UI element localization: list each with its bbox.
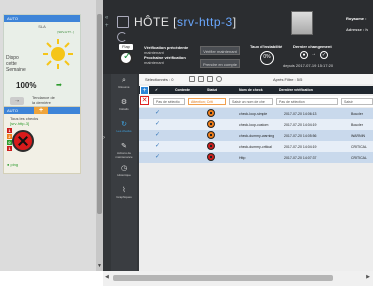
row-checkbox[interactable]: ✓ xyxy=(155,131,160,138)
selected-count: Sélectionnés : 0 xyxy=(145,77,174,82)
sort-icon[interactable] xyxy=(207,76,213,82)
warning-icon xyxy=(207,120,215,128)
left-footer xyxy=(0,271,103,286)
col-status[interactable]: Statut xyxy=(207,88,217,92)
status-filter[interactable]: Attention; Criti xyxy=(188,98,226,105)
nav-details[interactable]: ⚙ Détails xyxy=(111,98,137,118)
down-count: 1 xyxy=(7,146,12,151)
clock-icon: ◷ xyxy=(120,165,128,172)
host-name: srv-http-3 xyxy=(177,15,233,29)
last-check-filter[interactable]: Pas de sélection xyxy=(276,98,338,105)
check-name-filter[interactable]: Saisir un nom de che xyxy=(229,98,273,105)
scroll-down-icon[interactable]: ▼ xyxy=(97,263,102,269)
ping-label: ● ping xyxy=(7,162,19,167)
sun-icon xyxy=(43,39,73,69)
gears-icon: ⚙ xyxy=(120,99,128,106)
since-date: depuis 2017-07-19 15:17:20 xyxy=(283,63,334,68)
realm-label: Royaume : xyxy=(346,16,367,21)
widget-header-controls[interactable] xyxy=(64,107,80,114)
acknowledge-button[interactable]: Prendre en compte xyxy=(200,59,240,68)
table-filter-row: ✕ Pas de sélectio Attention; Criti Saisi… xyxy=(139,96,373,107)
row-checkbox[interactable]: ✓ xyxy=(155,109,160,116)
host-side-nav: ⌕ Résumé ⚙ Détails ↻ Les checks ✎ Action… xyxy=(111,74,137,271)
nav-checks[interactable]: ↻ Les checks xyxy=(111,120,137,140)
row-checkbox[interactable]: ✓ xyxy=(155,153,160,160)
table-row[interactable]: ✓ Http 2017-07-20 14:07:37 CRITICAL xyxy=(139,152,373,163)
wrench-icon: ✎ xyxy=(121,143,127,150)
verify-now-button[interactable]: Vérifier maintenant xyxy=(200,46,240,55)
nav-summary[interactable]: ⌕ Résumé xyxy=(111,76,137,96)
expand-arrow-icon[interactable]: › xyxy=(103,135,105,141)
nav-maintenance[interactable]: ✎ Actions de maintenance xyxy=(111,142,137,162)
col-last-check[interactable]: Dernière vérification xyxy=(279,88,313,92)
check-ok-icon xyxy=(119,51,133,65)
refresh-icon[interactable] xyxy=(117,32,127,42)
collapse-arrows-icon[interactable]: «+ xyxy=(105,14,109,30)
verification-info: Vérification précédente maintenant Proch… xyxy=(144,45,189,65)
last-change-label: Dernier changement xyxy=(293,44,332,49)
instability-label: Taux d'instabilité xyxy=(250,44,283,49)
widget-server: [SRV-HTT...] xyxy=(57,30,74,34)
scroll-right-icon[interactable]: ▶ xyxy=(366,274,370,280)
warning-icon xyxy=(207,131,215,139)
select-all-icon[interactable] xyxy=(189,76,195,82)
grid-icon[interactable] xyxy=(198,76,204,82)
warning-icon xyxy=(207,109,215,117)
trend-chart-icon: ⇢ xyxy=(10,97,24,105)
address-label: Adresse : h xyxy=(346,27,368,32)
widget-server: [srv-http-3] xyxy=(10,121,30,126)
status-from-icon: ● xyxy=(300,51,308,59)
server-image xyxy=(291,11,313,35)
select-all-checkbox[interactable]: ✔ xyxy=(155,88,158,92)
scrollbar-thumb[interactable] xyxy=(97,14,102,214)
nav-history[interactable]: ◷ Historique xyxy=(111,164,137,184)
checks-table-panel: Sélectionnés : 0 Après Filtre : 5/5 + ✔ … xyxy=(139,74,373,271)
critical-count: 1 xyxy=(7,128,12,133)
trend-arrow-icon: ➡ xyxy=(56,82,62,89)
state-filter[interactable]: Saisir xyxy=(341,98,373,105)
col-check-name[interactable]: Nom de check xyxy=(239,88,263,92)
table-row[interactable]: ✓ check-loop-custom 2017-07-20 14:04:19 … xyxy=(139,119,373,130)
row-checkbox[interactable]: ✓ xyxy=(155,120,160,127)
availability-label: Dispo cette Semaine xyxy=(6,55,26,73)
add-button[interactable]: + xyxy=(140,86,149,95)
left-widget-panel: AUTO SLA [SRV-HTT...] Dispo cette Semain… xyxy=(0,0,103,271)
nav-graphs[interactable]: ⌇ Graphiques xyxy=(111,186,137,206)
arrow-right-icon: → xyxy=(311,51,316,57)
critical-status-icon xyxy=(12,130,34,152)
table-header: + ✔ Contexte Statut Nom de check Dernièr… xyxy=(139,86,373,95)
critical-icon xyxy=(207,142,215,150)
add-widget-button[interactable]: + xyxy=(34,107,48,114)
table-row[interactable]: ✓ check-dummy-critical 2017-07-20 14:04:… xyxy=(139,141,373,152)
table-toolbar: Sélectionnés : 0 Après Filtre : 5/5 xyxy=(139,74,373,84)
widget-title: SLA xyxy=(38,24,46,29)
table-row[interactable]: ✓ check-loop-simple 2017-07-20 14:06:13 … xyxy=(139,108,373,119)
critical-icon xyxy=(207,153,215,161)
server-icon xyxy=(117,16,129,28)
checks-widget[interactable]: AUTO + Tous les checks [srv-http-3] 1 2 … xyxy=(3,106,81,174)
context-filter[interactable]: Pas de sélectio xyxy=(153,98,185,105)
filter-count: Après Filtre : 5/5 xyxy=(273,77,303,82)
instability-value: 0% xyxy=(260,51,274,65)
left-scrollbar[interactable]: ▼ xyxy=(96,0,103,271)
availability-percent: 100% xyxy=(16,81,37,90)
table-row[interactable]: ✓ check-dummy-warning 2017-07-20 14:05:5… xyxy=(139,130,373,141)
reset-icon[interactable] xyxy=(216,76,222,82)
col-context[interactable]: Contexte xyxy=(175,88,190,92)
search-icon: ⌕ xyxy=(122,77,126,84)
horizontal-scrollbar[interactable]: ◀ ▶ xyxy=(103,271,373,286)
chart-icon: ⌇ xyxy=(122,187,126,194)
host-detail-panel: «+ HÔTE [srv-http-3] Royaume : Adresse :… xyxy=(103,0,373,271)
refresh-icon: ↻ xyxy=(121,121,127,128)
host-header: «+ HÔTE [srv-http-3] Royaume : Adresse :… xyxy=(103,0,373,74)
row-checkbox[interactable]: ✓ xyxy=(155,142,160,149)
scrollbar-thumb[interactable] xyxy=(113,275,333,281)
status-to-icon: ✓ xyxy=(320,51,328,59)
widget-header-controls[interactable] xyxy=(64,15,80,22)
clear-filters-button[interactable]: ✕ xyxy=(140,96,149,105)
page-title: HÔTE [srv-http-3] xyxy=(134,15,237,29)
scroll-left-icon[interactable]: ◀ xyxy=(105,274,109,280)
flapping-label: Flap xyxy=(119,44,133,50)
